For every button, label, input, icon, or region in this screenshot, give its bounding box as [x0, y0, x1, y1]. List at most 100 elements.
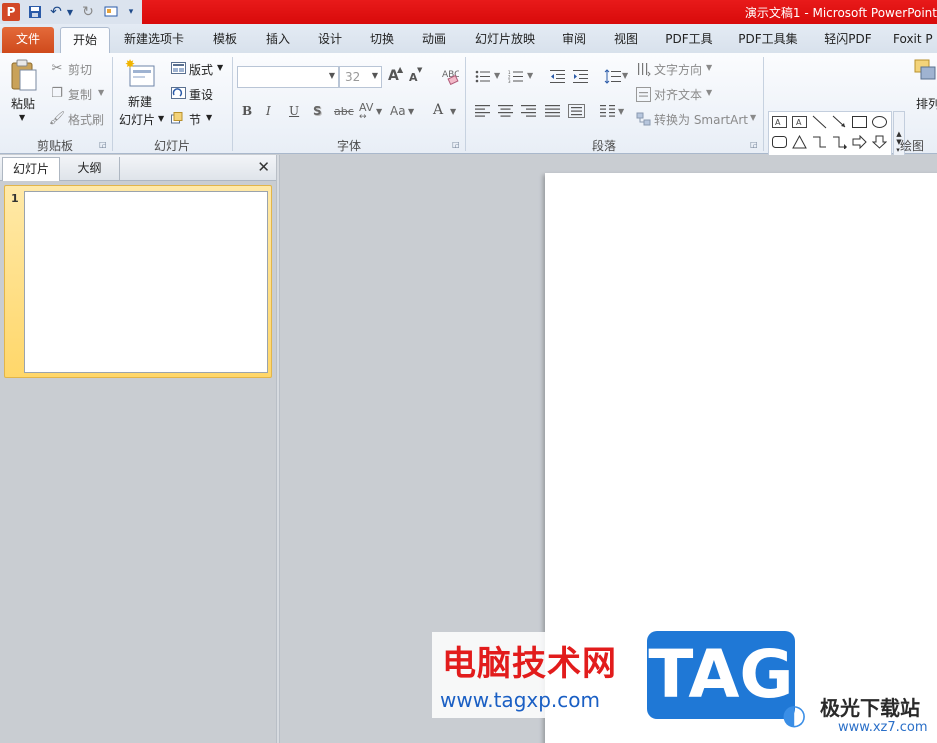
slide-thumbnail-selected[interactable]: 1: [4, 185, 272, 378]
layout-dropdown-icon[interactable]: ▼: [217, 63, 223, 72]
section-icon[interactable]: [170, 111, 186, 125]
paste-dropdown-icon[interactable]: ▼: [19, 113, 25, 122]
font-size-combo[interactable]: 32 ▼: [339, 66, 382, 88]
copy-button[interactable]: 复制: [68, 86, 92, 103]
paragraph-launcher-icon[interactable]: ◲: [750, 140, 758, 149]
tab-view[interactable]: 视图: [606, 27, 646, 53]
copy-dropdown-icon[interactable]: ▼: [98, 88, 104, 97]
tab-outline[interactable]: 大纲: [60, 157, 120, 181]
tab-new-tab[interactable]: 新建选项卡: [116, 27, 192, 53]
decrease-indent-icon[interactable]: [549, 69, 565, 83]
down-arrow-shape-icon[interactable]: [870, 133, 888, 151]
font-size-dropdown-icon[interactable]: ▼: [372, 71, 378, 80]
oval-shape-icon[interactable]: [870, 113, 888, 131]
tab-slides[interactable]: 幻灯片: [2, 157, 60, 181]
font-color-button[interactable]: A: [433, 102, 443, 118]
new-slide-button-line2[interactable]: 幻灯片: [119, 111, 155, 128]
text-direction-dropdown-icon[interactable]: ▼: [706, 63, 712, 72]
text-direction-button[interactable]: 文字方向: [654, 61, 702, 78]
tab-slideshow[interactable]: 幻灯片放映: [467, 27, 543, 53]
clipboard-launcher-icon[interactable]: ◲: [99, 140, 107, 149]
smartart-dropdown-icon[interactable]: ▼: [750, 113, 756, 122]
change-case-button[interactable]: Aa: [390, 104, 406, 118]
section-button[interactable]: 节: [189, 111, 201, 128]
increase-indent-icon[interactable]: [572, 69, 588, 83]
line-spacing-dropdown-icon[interactable]: ▼: [622, 71, 628, 80]
textbox-shape-icon[interactable]: A: [770, 113, 788, 131]
align-center-icon[interactable]: [497, 104, 513, 118]
change-case-dropdown-icon[interactable]: ▼: [408, 107, 414, 116]
copy-icon[interactable]: ❐: [50, 86, 64, 101]
align-text-dropdown-icon[interactable]: ▼: [706, 88, 712, 97]
clear-formatting-icon[interactable]: ABC: [440, 66, 460, 86]
tab-home[interactable]: 开始: [60, 27, 110, 53]
tab-design[interactable]: 设计: [310, 27, 350, 53]
format-painter-icon[interactable]: 🖌: [49, 111, 66, 126]
font-launcher-icon[interactable]: ◲: [452, 140, 460, 149]
tab-foxit[interactable]: Foxit P: [893, 27, 937, 53]
align-text-icon[interactable]: [635, 86, 651, 102]
reset-icon[interactable]: [170, 86, 186, 100]
line-spacing-icon[interactable]: [603, 68, 621, 84]
numbering-icon[interactable]: 123: [507, 69, 523, 83]
paste-button[interactable]: 粘贴: [11, 95, 35, 112]
columns-dropdown-icon[interactable]: ▼: [618, 107, 624, 116]
paste-icon[interactable]: [8, 57, 40, 93]
format-painter-button[interactable]: 格式刷: [68, 111, 104, 128]
tab-animations[interactable]: 动画: [414, 27, 454, 53]
bullets-dropdown-icon[interactable]: ▼: [494, 71, 500, 80]
cut-icon[interactable]: ✂: [50, 61, 64, 76]
close-pane-icon[interactable]: ✕: [257, 158, 270, 176]
char-spacing-dropdown-icon[interactable]: ▼: [376, 107, 382, 116]
tab-insert[interactable]: 插入: [258, 27, 298, 53]
rectangle-shape-icon[interactable]: [850, 113, 868, 131]
right-arrow-shape-icon[interactable]: [850, 133, 868, 151]
tab-transitions[interactable]: 切换: [362, 27, 402, 53]
tab-templates[interactable]: 模板: [205, 27, 245, 53]
smartart-icon[interactable]: [635, 111, 651, 127]
font-color-dropdown-icon[interactable]: ▼: [450, 107, 456, 116]
save-icon[interactable]: [26, 3, 44, 21]
line-shape-icon[interactable]: [810, 113, 828, 131]
arrange-icon[interactable]: [913, 57, 937, 87]
distributed-icon[interactable]: [567, 103, 585, 119]
new-slide-button-line1[interactable]: 新建: [128, 93, 152, 110]
convert-smartart-button[interactable]: 转换为 SmartArt: [654, 111, 748, 128]
tab-review[interactable]: 审阅: [554, 27, 594, 53]
slide-thumbnail[interactable]: [24, 191, 268, 373]
strikethrough-button[interactable]: abc: [334, 105, 354, 118]
powerpoint-logo-icon[interactable]: P: [2, 3, 20, 21]
arrange-button[interactable]: 排列: [916, 95, 937, 112]
customize-qat-icon[interactable]: ▾: [124, 3, 138, 21]
italic-button[interactable]: I: [266, 104, 271, 118]
new-slide-dropdown-icon[interactable]: ▼: [158, 114, 164, 123]
section-dropdown-icon[interactable]: ▼: [206, 113, 212, 122]
elbow-connector-shape-icon[interactable]: [810, 133, 828, 151]
tab-qingshan-pdf[interactable]: 轻闪PDF: [817, 27, 879, 53]
align-left-icon[interactable]: [474, 104, 490, 118]
shadow-button[interactable]: S: [313, 104, 322, 118]
arrow-line-shape-icon[interactable]: [830, 113, 848, 131]
undo-icon[interactable]: ↶: [48, 3, 64, 21]
bullets-icon[interactable]: [474, 69, 490, 83]
tab-file[interactable]: 文件: [2, 27, 54, 53]
reset-button[interactable]: 重设: [189, 86, 213, 103]
columns-icon[interactable]: [599, 104, 615, 118]
undo-dropdown-icon[interactable]: ▼: [65, 3, 75, 21]
text-direction-icon[interactable]: [635, 61, 651, 77]
underline-button[interactable]: U: [289, 104, 299, 118]
vertical-textbox-shape-icon[interactable]: A: [790, 113, 808, 131]
font-name-dropdown-icon[interactable]: ▼: [329, 71, 335, 80]
redo-icon[interactable]: ↻: [80, 3, 96, 21]
triangle-shape-icon[interactable]: [790, 133, 808, 151]
align-text-button[interactable]: 对齐文本: [654, 86, 702, 103]
elbow-arrow-connector-shape-icon[interactable]: [830, 133, 848, 151]
cut-button[interactable]: 剪切: [68, 61, 92, 78]
rounded-rect-shape-icon[interactable]: [770, 133, 788, 151]
layout-button[interactable]: 版式: [189, 61, 213, 78]
new-slide-icon[interactable]: ✸: [124, 57, 158, 91]
justify-icon[interactable]: [544, 104, 560, 118]
align-right-icon[interactable]: [520, 104, 536, 118]
bold-button[interactable]: B: [242, 104, 252, 118]
tab-pdf-tools[interactable]: PDF工具: [658, 27, 720, 53]
